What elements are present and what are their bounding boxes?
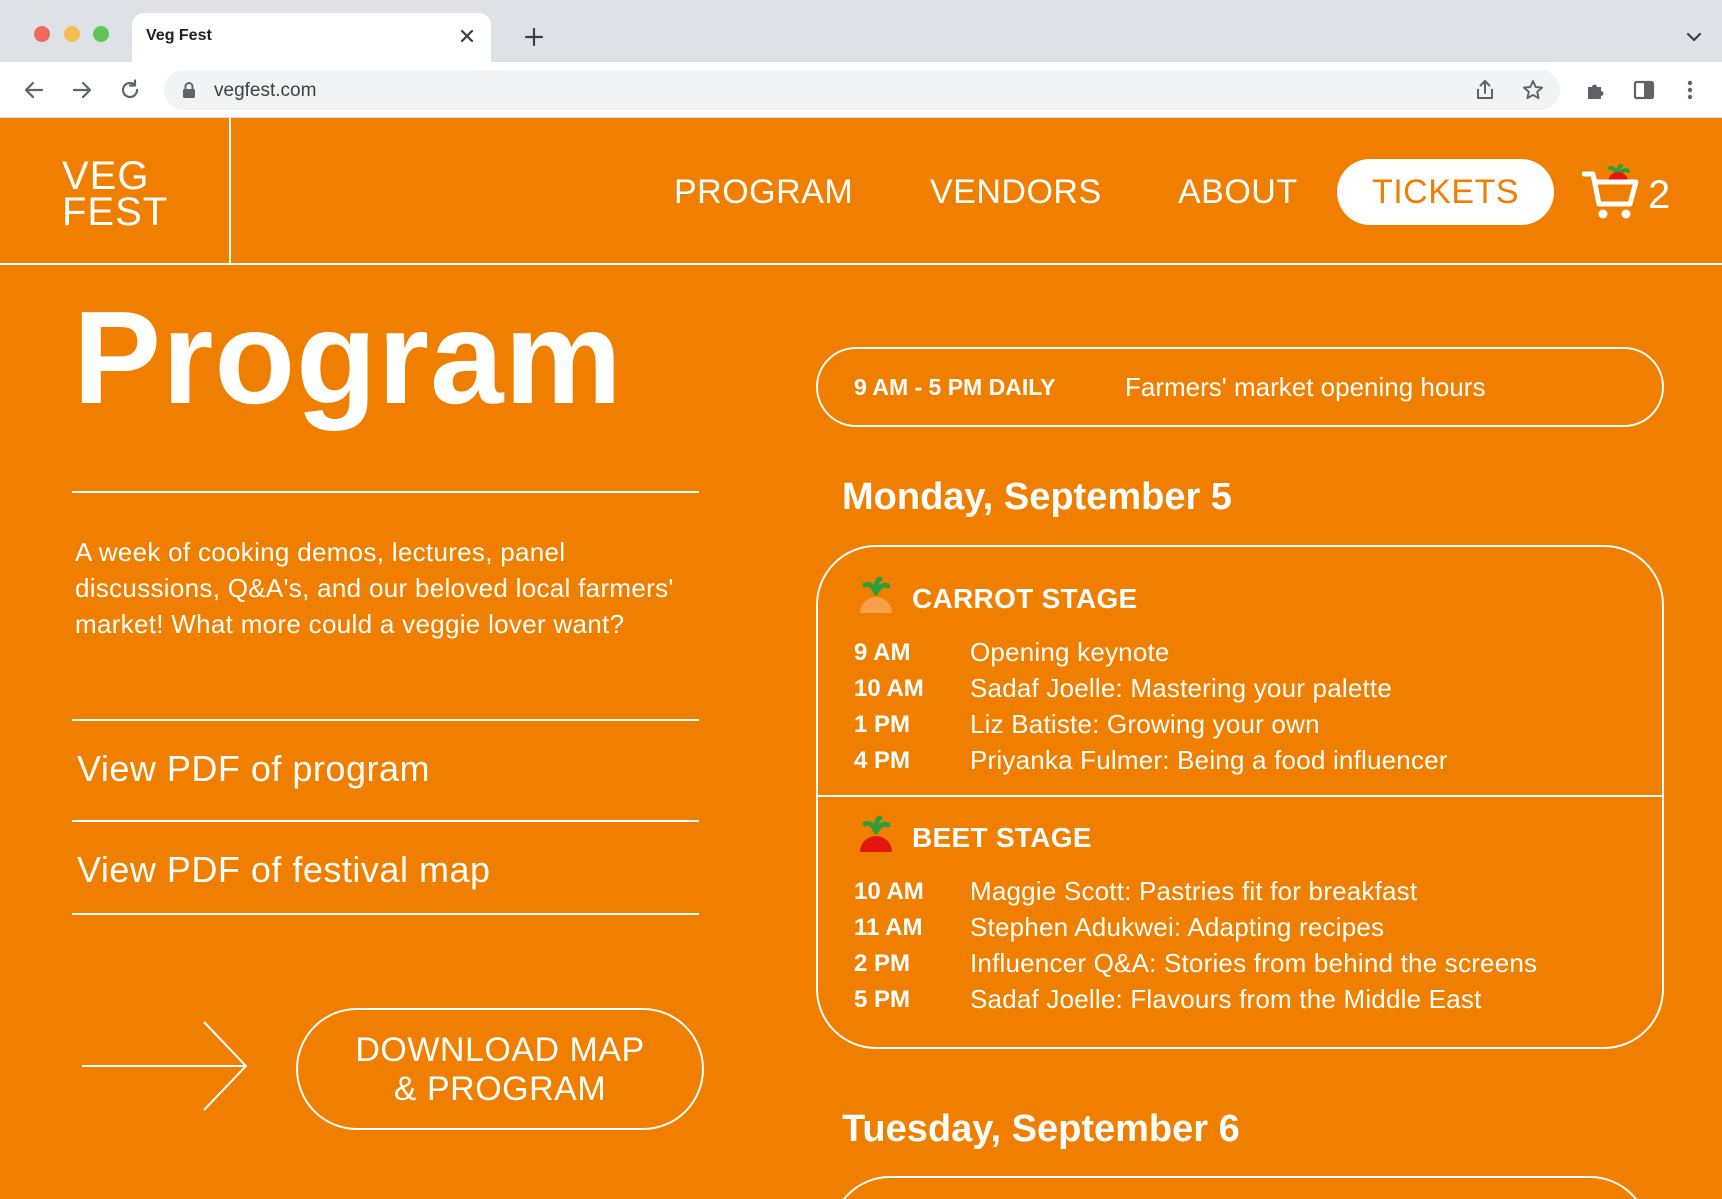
stage-name: BEET STAGE xyxy=(912,822,1092,853)
browser-tab-strip: Veg Fest xyxy=(0,0,1722,62)
chevron-down-icon[interactable] xyxy=(1684,27,1704,47)
site-logo[interactable]: VEG FEST xyxy=(62,154,169,234)
close-icon[interactable] xyxy=(457,26,477,46)
market-hours-pill: 9 AM - 5 PM DAILY Farmers' market openin… xyxy=(816,347,1664,427)
browser-tab-active[interactable]: Veg Fest xyxy=(132,13,491,62)
view-pdf-map-link[interactable]: View PDF of festival map xyxy=(77,849,490,891)
intro-text: A week of cooking demos, lectures, panel… xyxy=(75,537,674,639)
event-title[interactable]: Liz Batiste: Growing your own xyxy=(970,709,1320,740)
logo-line-2: FEST xyxy=(62,190,169,234)
divider xyxy=(72,913,699,915)
event-title[interactable]: Sadaf Joelle: Flavours from the Middle E… xyxy=(970,984,1482,1015)
event-title[interactable]: Opening keynote xyxy=(970,637,1170,668)
side-panel-icon[interactable] xyxy=(1632,78,1656,102)
address-bar[interactable]: vegfest.com xyxy=(164,70,1560,110)
cart-count: 2 xyxy=(1648,173,1671,217)
window-maximize-button[interactable] xyxy=(93,26,109,42)
url-text[interactable]: vegfest.com xyxy=(214,80,316,102)
divider xyxy=(72,719,699,721)
download-map-program-button[interactable]: DOWNLOAD MAP & PROGRAM xyxy=(296,1008,704,1130)
nav-program[interactable]: PROGRAM xyxy=(674,173,853,212)
event-time: 2 PM xyxy=(854,950,911,977)
event-time: 11 AM xyxy=(854,914,923,941)
day-heading: Monday, September 5 xyxy=(842,476,1232,518)
extensions-puzzle-icon[interactable] xyxy=(1584,78,1608,102)
divider xyxy=(72,491,699,493)
event-title[interactable]: Priyanka Fulmer: Being a food influencer xyxy=(970,745,1448,776)
event-title[interactable]: Sadaf Joelle: Mastering your palette xyxy=(970,673,1392,704)
share-icon[interactable] xyxy=(1474,79,1496,101)
more-vertical-icon[interactable] xyxy=(1678,78,1702,102)
event-title[interactable]: Stephen Adukwei: Adapting recipes xyxy=(970,912,1384,943)
event-time: 10 AM xyxy=(854,878,924,905)
day-heading: Tuesday, September 6 xyxy=(842,1108,1240,1150)
event-time: 4 PM xyxy=(854,747,911,774)
stage-name: CARROT STAGE xyxy=(912,583,1138,614)
window-close-button[interactable] xyxy=(34,26,50,42)
carrot-icon xyxy=(856,575,896,615)
market-hours-description: Farmers' market opening hours xyxy=(1125,372,1486,402)
divider xyxy=(72,820,699,822)
event-time: 5 PM xyxy=(854,986,911,1013)
vegfest-page: VEG FEST PROGRAM VENDORS ABOUT TICKETS 2… xyxy=(0,118,1722,1199)
event-title[interactable]: Influencer Q&A: Stories from behind the … xyxy=(970,948,1537,979)
new-tab-icon[interactable] xyxy=(522,25,546,49)
event-time: 9 AM xyxy=(854,639,911,666)
bookmark-star-icon[interactable] xyxy=(1522,79,1544,101)
back-arrow-icon[interactable] xyxy=(22,78,46,102)
arrow-right-icon xyxy=(80,1020,250,1112)
download-label-line-1: DOWNLOAD MAP xyxy=(355,1031,645,1069)
window-minimize-button[interactable] xyxy=(64,26,80,42)
logo-line-1: VEG xyxy=(62,154,150,198)
site-header: VEG FEST PROGRAM VENDORS ABOUT TICKETS 2 xyxy=(0,118,1722,265)
tickets-button[interactable]: TICKETS xyxy=(1337,159,1554,225)
event-title[interactable]: Maggie Scott: Pastries fit for breakfast xyxy=(970,876,1417,907)
event-time: 10 AM xyxy=(854,675,924,702)
stage-divider xyxy=(818,795,1662,797)
market-hours-time: 9 AM - 5 PM DAILY xyxy=(854,374,1056,400)
beet-icon xyxy=(856,814,896,854)
download-label-line-2: & PROGRAM xyxy=(393,1070,607,1108)
schedule-card xyxy=(830,1176,1650,1199)
event-time: 1 PM xyxy=(854,711,911,738)
view-pdf-program-link[interactable]: View PDF of program xyxy=(77,748,430,790)
cart-icon[interactable] xyxy=(1581,162,1644,222)
browser-toolbar: vegfest.com xyxy=(0,62,1722,118)
tab-title: Veg Fest xyxy=(146,27,212,44)
lock-icon xyxy=(182,82,196,98)
logo-cell: VEG FEST xyxy=(0,118,231,265)
reload-icon[interactable] xyxy=(118,78,142,102)
forward-arrow-icon[interactable] xyxy=(70,78,94,102)
page-title: Program xyxy=(73,284,623,431)
schedule-card: CARROT STAGE 9 AM Opening keynote 10 AM … xyxy=(816,545,1664,1049)
nav-vendors[interactable]: VENDORS xyxy=(930,173,1102,212)
nav-about[interactable]: ABOUT xyxy=(1178,173,1298,212)
